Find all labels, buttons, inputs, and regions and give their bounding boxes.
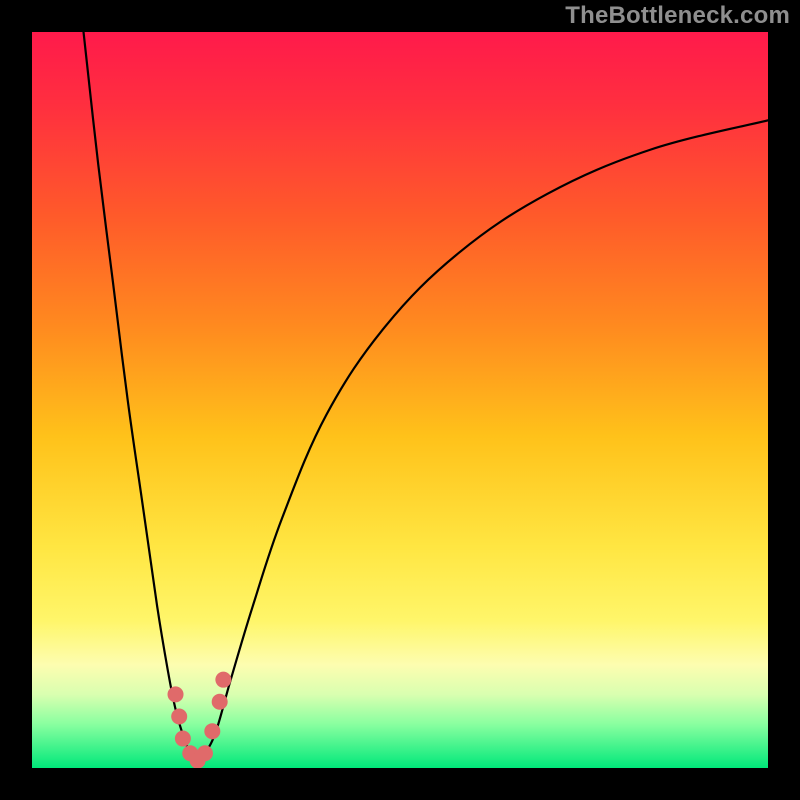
chart-frame: TheBottleneck.com	[0, 0, 800, 800]
plot-area	[32, 32, 768, 768]
curve-right-branch	[198, 120, 768, 760]
data-marker	[204, 723, 220, 739]
data-marker	[212, 694, 228, 710]
curve-layer	[32, 32, 768, 768]
curve-left-branch	[84, 32, 198, 761]
data-marker	[168, 686, 184, 702]
data-marker	[215, 672, 231, 688]
data-marker	[171, 708, 187, 724]
data-marker	[197, 745, 213, 761]
data-marker	[175, 731, 191, 747]
watermark-label: TheBottleneck.com	[565, 2, 790, 30]
